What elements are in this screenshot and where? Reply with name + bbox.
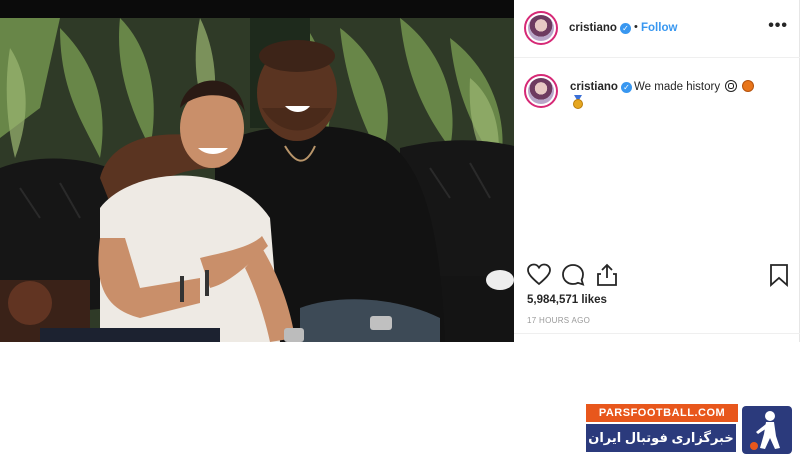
heart-icon[interactable] bbox=[526, 262, 552, 288]
post-actions bbox=[514, 262, 800, 290]
basketball-icon bbox=[742, 80, 755, 92]
soccer-ball-icon bbox=[725, 80, 738, 92]
caption-username[interactable]: cristiano bbox=[570, 81, 618, 93]
divider bbox=[514, 333, 800, 334]
verified-badge-icon: ✓ bbox=[621, 82, 632, 93]
medal-icon bbox=[573, 95, 583, 109]
caption-words: We made history bbox=[634, 81, 721, 93]
post-photo[interactable] bbox=[0, 18, 514, 342]
comment-icon[interactable] bbox=[560, 262, 586, 288]
post-header: cristiano ✓ • Follow ••• bbox=[514, 0, 800, 58]
post-sidebar: cristiano ✓ • Follow ••• cristiano ✓ We … bbox=[514, 0, 800, 342]
like-count[interactable]: 5,984,571 likes bbox=[527, 294, 607, 306]
caption-avatar[interactable] bbox=[524, 74, 558, 108]
watermark-site: PARSFOOTBALL.COM bbox=[586, 404, 738, 422]
more-options-icon[interactable]: ••• bbox=[768, 17, 788, 35]
header-username[interactable]: cristiano bbox=[569, 22, 617, 34]
header-separator: • bbox=[634, 21, 638, 33]
verified-badge-icon: ✓ bbox=[620, 23, 631, 34]
profile-avatar[interactable] bbox=[524, 11, 558, 45]
watermark-tagline: خبرگزاری فوتبال ایران bbox=[586, 424, 736, 452]
photo-top-bar bbox=[0, 0, 514, 18]
footballer-logo-icon bbox=[742, 406, 792, 454]
follow-button[interactable]: Follow bbox=[641, 22, 677, 34]
post-photo-illustration bbox=[0, 18, 514, 342]
post-timestamp[interactable]: 17 HOURS AGO bbox=[527, 316, 590, 325]
bookmark-icon[interactable] bbox=[766, 262, 792, 288]
caption-text: We made history bbox=[634, 80, 755, 93]
parsfootball-watermark: PARSFOOTBALL.COM خبرگزاری فوتبال ایران bbox=[586, 404, 796, 460]
share-icon[interactable] bbox=[594, 262, 620, 288]
